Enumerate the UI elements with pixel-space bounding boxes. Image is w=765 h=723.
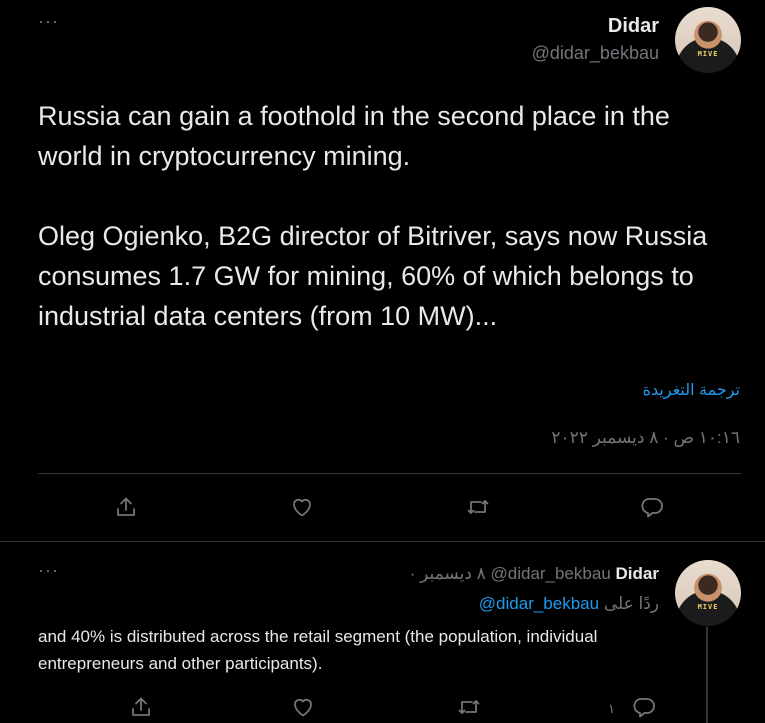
- share-button[interactable]: [127, 693, 155, 721]
- replying-to-line: @didar_bekbau ردًا على: [479, 594, 659, 614]
- reply-icon: [641, 497, 663, 518]
- author-display-name[interactable]: Didar: [608, 15, 659, 38]
- replying-to-prefix: ردًا على: [603, 594, 659, 613]
- tweet-paragraph-1: Russia can gain a foothold in the second…: [38, 101, 678, 171]
- divider: [38, 473, 741, 474]
- share-icon: [132, 697, 150, 716]
- reply-author-handle[interactable]: @didar_bekbau: [491, 564, 611, 583]
- reply-icon: [633, 697, 655, 718]
- reply-button[interactable]: [639, 493, 667, 521]
- tweet-timestamp[interactable]: ١٠:١٦ ص · ٨ ديسمبر ٢٠٢٢: [551, 428, 740, 448]
- author-handle[interactable]: @didar_bekbau: [532, 43, 659, 64]
- retweet-button[interactable]: [464, 493, 492, 521]
- like-button[interactable]: [289, 693, 317, 721]
- reply-count: ١: [608, 701, 615, 716]
- heart-icon: [293, 498, 311, 517]
- avatar-shirt-text: MIVE: [697, 50, 719, 58]
- heart-icon: [294, 698, 312, 717]
- more-options-icon[interactable]: ···: [38, 12, 59, 30]
- reply-author-avatar[interactable]: MIVE: [675, 560, 741, 626]
- more-options-icon[interactable]: ···: [38, 561, 59, 579]
- like-button[interactable]: [288, 493, 316, 521]
- reply-header: · ٨ ديسمبر @didar_bekbau Didar: [410, 564, 659, 584]
- tweet-text: Russia can gain a foothold in the second…: [38, 96, 738, 336]
- avatar-shirt-text: MIVE: [697, 603, 719, 611]
- tweet-paragraph-2: Oleg Ogienko, B2G director of Bitriver, …: [38, 221, 715, 331]
- author-avatar[interactable]: MIVE: [675, 7, 741, 73]
- main-tweet: ··· Didar @didar_bekbau MIVE Russia can …: [0, 0, 765, 542]
- reply-button[interactable]: [631, 693, 659, 721]
- reply-author-display-name[interactable]: Didar: [616, 564, 659, 583]
- retweet-button[interactable]: [455, 693, 483, 721]
- retweet-icon: [467, 500, 489, 514]
- share-button[interactable]: [112, 493, 140, 521]
- reply-tweet[interactable]: ··· · ٨ ديسمبر @didar_bekbau Didar @dida…: [0, 543, 765, 723]
- share-icon: [117, 497, 135, 516]
- retweet-icon: [458, 700, 480, 714]
- translate-tweet-link[interactable]: ترجمة التغريدة: [643, 380, 740, 400]
- replying-to-mention[interactable]: @didar_bekbau: [479, 594, 599, 613]
- thread-line: [706, 627, 708, 723]
- reply-text: and 40% is distributed across the retail…: [38, 627, 598, 673]
- reply-date[interactable]: · ٨ ديسمبر: [410, 564, 486, 583]
